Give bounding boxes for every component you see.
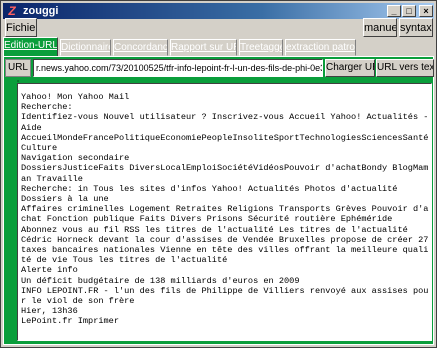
url-vers-texte-button[interactable]: URL vers texte: [376, 59, 434, 77]
app-logo-icon: Z: [8, 4, 16, 18]
tab-edition-url[interactable]: Edition-URL: [3, 37, 58, 57]
minimize-button[interactable]: _: [387, 5, 401, 17]
syntaxe-button[interactable]: syntaxe: [399, 18, 433, 37]
tab-dictionnaire[interactable]: Dictionnaire: [60, 39, 111, 56]
tab-concordance[interactable]: Concordance: [113, 39, 168, 56]
page-text-content: Yahoo! Mon Yahoo Mail Recherche: Identif…: [21, 92, 429, 327]
tab-extraction-patron[interactable]: extraction patron: [285, 39, 356, 56]
tab-rapport-sur-url[interactable]: Rapport sur URL: [170, 39, 237, 56]
fichier-menu-button[interactable]: Fichier: [5, 18, 37, 37]
tab-bar: Edition-URL Dictionnaire Concordance Rap…: [3, 37, 434, 57]
close-button[interactable]: ×: [419, 5, 433, 17]
content-text-area[interactable]: Yahoo! Mon Yahoo Mail Recherche: Identif…: [17, 83, 432, 341]
maximize-button[interactable]: □: [402, 5, 416, 17]
title-bar[interactable]: Z zouggi _ □ ×: [3, 3, 434, 19]
app-window: Z zouggi _ □ × Fichier manuel syntaxe Ed…: [0, 0, 437, 348]
window-title: zouggi: [23, 5, 59, 17]
charger-url-button[interactable]: Charger URL: [325, 59, 375, 77]
tab-treetagger[interactable]: Treetagger: [239, 39, 283, 56]
manuel-button[interactable]: manuel: [363, 18, 397, 37]
url-label: URL :: [5, 59, 31, 89]
url-row: URL : r.news.yahoo.com/73/20100525/tfr-i…: [5, 59, 434, 89]
url-input[interactable]: r.news.yahoo.com/73/20100525/tfr-info-le…: [33, 59, 323, 77]
